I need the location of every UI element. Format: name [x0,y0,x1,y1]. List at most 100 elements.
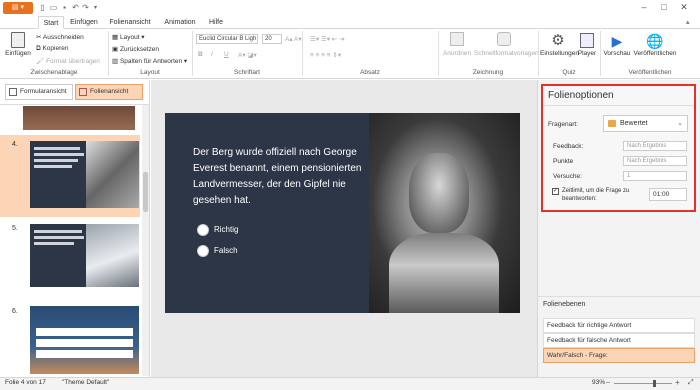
time-limit-label: Zeitlimit, um die Frage zu beantworten: [562,188,630,202]
save-icon[interactable]: ▪ [60,3,69,13]
radio-button[interactable] [197,245,209,257]
new-file-icon[interactable]: ▯ [38,3,47,13]
group-label-clipboard: Zwischenablage [30,69,78,76]
layer-item[interactable]: Feedback für richtige Antwort [543,318,695,333]
chevron-down-icon: ⌄ [677,120,683,127]
underline-button[interactable]: U [224,51,229,58]
reset-label: Zurücksetzen [119,46,159,53]
paste-button[interactable]: Einfügen [4,32,32,57]
feedback-label: Feedback: [553,143,584,150]
question-text[interactable]: Der Berg wurde offiziell nach George Eve… [193,145,378,209]
cut-button[interactable]: ✂ Ausschneiden [36,33,84,41]
zoom-in-icon[interactable]: + [675,378,680,387]
paste-icon [11,32,25,48]
globe-icon: 🌐 [646,33,664,49]
reset-button[interactable]: ▣ Zurücksetzen [112,45,159,53]
app-menu-button[interactable]: ▤ ▾ [3,2,33,14]
arrange-icon [450,32,464,46]
scrollbar-track[interactable] [142,105,149,376]
scissors-icon: ✂ [36,34,42,41]
publish-button[interactable]: 🌐 Veröffentlichen [632,32,678,57]
customize-icon[interactable]: ▾ [91,3,100,13]
points-select[interactable]: Nach Ergebnis [623,156,687,166]
points-value: Nach Ergebnis [627,158,667,164]
attempts-select[interactable]: 1 [623,171,687,181]
minimize-icon[interactable]: – [637,1,651,14]
publish-label: Veröffentlichen [633,50,677,57]
thumb-text-line [34,230,82,233]
zoom-out-icon[interactable]: – [606,379,610,386]
font-color-icon[interactable]: A▾ ◪▾ [238,51,257,59]
slide-options-panel: Folienoptionen Fragenart: Bewertet ⌄ Fee… [541,84,696,212]
grow-font-icon[interactable]: A▴ A▾ [285,35,302,43]
zoom-level: 93% [592,379,606,386]
font-family-select[interactable]: Euclid Circular B Ligh [196,34,258,44]
tab-help[interactable]: Hilfe [204,16,228,29]
arrange-button[interactable]: Anordnen [442,32,472,57]
thumb-text-line [34,236,84,239]
format-painter-button[interactable]: 🖌 Format übertragen [36,57,100,65]
radio-button[interactable] [197,224,209,236]
play-icon: ▶ [611,33,623,49]
copy-button[interactable]: ⧉ Kopieren [36,45,69,53]
divider [0,104,150,105]
thumb-text-line [34,147,80,150]
question-type-value: Bewertet [620,120,648,127]
time-limit-input[interactable]: 01:00 [649,188,687,201]
zoom-slider[interactable] [614,383,672,384]
zoom-slider-thumb[interactable] [652,380,656,387]
settings-button[interactable]: ⚙ Einstellungen [540,32,580,57]
feedback-select[interactable]: Nach Ergebnis [623,141,687,151]
tab-slide-view[interactable]: Folienansicht [104,16,156,29]
collapse-ribbon-icon[interactable]: ▴ [686,18,690,26]
close-icon[interactable]: ✕ [677,1,691,14]
answer-columns-button[interactable]: ▥ Spalten für Antworten ▾ [112,57,187,65]
list-icon[interactable]: ☰▾ ☰▾ ⇤ ⇥ [310,35,345,43]
italic-button[interactable]: I [211,51,213,58]
slide-thumbnail[interactable] [30,306,139,374]
quick-styles-button[interactable]: Schnellformatvorlagen [474,32,539,57]
slide-number: 5. [12,225,18,232]
group-label-layout: Layout [140,69,160,76]
tab-insert[interactable]: Einfügen [66,16,102,29]
copy-icon: ⧉ [36,45,41,52]
layer-item-active[interactable]: Wahr/Falsch - Frage: [543,348,695,363]
align-icon[interactable]: ≡ ≡ ≡ ≡ ⇕▾ [310,51,341,59]
time-limit-value: 01:00 [653,191,670,198]
bold-button[interactable]: B [198,51,203,58]
redo-icon[interactable]: ↷ [81,3,90,13]
columns-label: Spalten für Antworten [119,58,183,65]
slide-thumbnail[interactable] [30,141,139,208]
slide[interactable]: Der Berg wurde offiziell nach George Eve… [165,113,520,313]
thumb-answer-box [36,328,133,336]
thumb-text-line [34,242,74,245]
quick-styles-icon [497,32,511,46]
tab-start[interactable]: Start [38,16,64,29]
option-label: Richtig [214,225,239,234]
font-size-select[interactable]: 20 [262,34,282,44]
gear-icon: ⚙ [551,32,565,49]
time-limit-checkbox[interactable]: ✓ [552,188,559,195]
points-label: Punkte [553,158,574,165]
slide-thumbnail[interactable] [23,106,135,130]
arrange-label: Anordnen [442,50,472,57]
layout-button[interactable]: ▦ Layout ▾ [112,33,145,41]
scrollbar-thumb[interactable] [143,172,148,212]
cut-label: Ausschneiden [42,34,84,41]
slide-thumbnail[interactable] [30,224,139,287]
player-button[interactable]: Player [576,32,598,57]
photo-jacket-shape [389,233,499,313]
undo-icon[interactable]: ↶ [71,3,80,13]
layer-item[interactable]: Feedback für falsche Antwort [543,333,695,348]
player-icon [580,33,594,48]
form-view-label: Formularansicht [20,88,67,95]
maximize-icon[interactable]: □ [657,1,671,14]
format-painter-label: Format übertragen [46,58,100,65]
tab-animation[interactable]: Animation [160,16,200,29]
settings-label: Einstellungen [540,50,580,57]
preview-button[interactable]: ▶ Vorschau [602,32,632,57]
fit-to-window-icon[interactable]: ⤢ [688,379,694,387]
open-icon[interactable]: ▭ [49,3,58,13]
question-type-select[interactable]: Bewertet ⌄ [603,115,688,132]
mountaineer-photo[interactable] [369,113,520,313]
